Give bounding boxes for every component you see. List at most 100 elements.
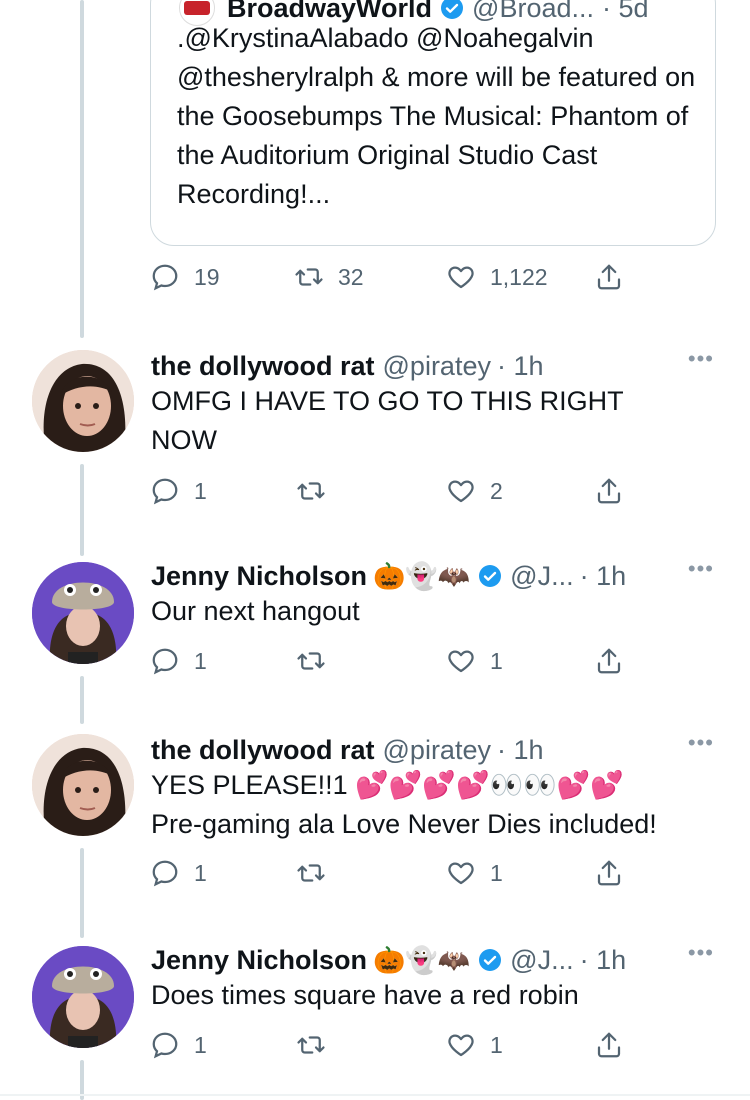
avatar[interactable] (32, 734, 134, 836)
reply-button[interactable]: 19 (150, 262, 220, 292)
share-button[interactable] (594, 476, 624, 506)
like-button[interactable]: 1,122 (446, 262, 548, 292)
name-emojis: 🎃👻🦇 (373, 944, 471, 975)
share-icon (597, 648, 621, 674)
like-button[interactable]: 2 (446, 476, 503, 506)
author-handle[interactable]: @piratey (383, 735, 491, 766)
heart-icon (448, 650, 474, 673)
heart-icon (448, 862, 474, 885)
heart-icon (448, 1034, 474, 1057)
author-handle[interactable]: @piratey (383, 351, 491, 382)
like-button[interactable]: 1 (446, 646, 503, 676)
reply-count: 1 (194, 477, 207, 504)
tweet-actions: 1 1 (150, 646, 630, 686)
avatar[interactable] (32, 946, 134, 1048)
more-options-icon[interactable]: ••• (688, 556, 714, 582)
tweet-time[interactable]: · 1h (580, 561, 627, 592)
share-button[interactable] (594, 1030, 624, 1060)
reply-button[interactable]: 1 (150, 1030, 207, 1060)
avatar[interactable] (32, 562, 134, 664)
reply-icon (152, 1032, 178, 1059)
share-button[interactable] (594, 858, 624, 888)
like-count: 1,122 (490, 263, 548, 290)
retweet-icon (297, 652, 325, 670)
tweet-header: Jenny Nicholson 🎃👻🦇 @J... · 1h (151, 558, 626, 594)
tweet-header: the dollywood rat @piratey · 1h (151, 732, 544, 768)
tweet-text-line-1: YES PLEASE!!1 💕💕💕💕👀👀💕💕 (151, 770, 625, 800)
tweet-header: Jenny Nicholson 🎃👻🦇 @J... · 1h (151, 942, 626, 978)
quoted-tweet-header: BroadwayWorld @Broad... · 5d (179, 0, 649, 26)
author-handle[interactable]: @J... (510, 561, 573, 592)
like-count: 2 (490, 477, 503, 504)
retweet-button[interactable] (296, 1030, 326, 1060)
tweet-actions: 1 1 (150, 1030, 630, 1070)
thread-line-3 (80, 848, 84, 938)
tweet-text-line-2: Pre-gaming ala Love Never Dies included! (151, 809, 657, 839)
more-options-icon[interactable]: ••• (688, 940, 714, 966)
reply-icon (152, 264, 178, 291)
tweet-text: YES PLEASE!!1 💕💕💕💕👀👀💕💕 Pre-gaming ala Lo… (151, 766, 721, 844)
tweet-text: Does times square have a red robin (151, 980, 579, 1010)
more-options-icon[interactable]: ••• (688, 346, 714, 372)
reply-button[interactable]: 1 (150, 646, 207, 676)
retweet-count: 32 (338, 263, 364, 290)
reply-count: 1 (194, 859, 207, 886)
share-icon (597, 1032, 621, 1058)
reply-count: 19 (194, 263, 220, 290)
tweet-time[interactable]: · 1h (580, 945, 627, 976)
retweet-icon (295, 268, 323, 286)
share-button[interactable] (594, 646, 624, 676)
tweet-header: the dollywood rat @piratey · 1h (151, 348, 544, 384)
author-name[interactable]: Jenny Nicholson (151, 561, 367, 592)
more-options-icon[interactable]: ••• (688, 730, 714, 756)
plush-hat-avatar-icon (32, 946, 134, 1048)
share-icon (597, 478, 621, 504)
heart-icon (448, 266, 474, 289)
like-count: 1 (490, 859, 503, 886)
quoted-tweet-card[interactable]: BroadwayWorld @Broad... · 5d .@KrystinaA… (150, 0, 716, 246)
like-count: 1 (490, 1031, 503, 1058)
tweet-time[interactable]: · 1h (497, 351, 544, 382)
dark-haired-woman-avatar-icon (32, 350, 134, 452)
retweet-button[interactable] (296, 646, 326, 676)
reply-icon (152, 648, 178, 675)
retweet-button[interactable]: 32 (294, 262, 364, 292)
thread-line-1 (80, 464, 84, 556)
tweet-text: OMFG I HAVE TO GO TO THIS RIGHT NOW (151, 386, 624, 455)
retweet-icon (297, 1036, 325, 1054)
share-icon (597, 264, 621, 290)
heart-icon (448, 480, 474, 503)
verified-badge-icon (479, 565, 502, 587)
reply-count: 1 (194, 647, 207, 674)
name-emojis: 🎃👻🦇 (373, 560, 471, 591)
like-button[interactable]: 1 (446, 858, 503, 888)
quoted-tweet-text: .@KrystinaAlabado @Noahegalvin @theshery… (177, 23, 696, 209)
retweet-button[interactable] (296, 858, 326, 888)
share-icon (597, 860, 621, 886)
like-button[interactable]: 1 (446, 1030, 503, 1060)
reply-count: 1 (194, 1031, 207, 1058)
reply-icon (152, 860, 178, 887)
dark-haired-woman-avatar-icon (32, 734, 134, 836)
tweet-time[interactable]: · 1h (497, 735, 544, 766)
avatar[interactable] (32, 350, 134, 452)
author-handle[interactable]: @J... (510, 945, 573, 976)
tweet-actions: 1 2 (150, 476, 630, 516)
plush-hat-avatar-icon (32, 562, 134, 664)
like-count: 1 (490, 647, 503, 674)
author-name[interactable]: the dollywood rat (151, 735, 375, 766)
share-button[interactable] (594, 262, 624, 292)
quoted-tweet-actions: 19 32 1,122 (150, 262, 630, 302)
tweet-actions: 1 1 (150, 858, 630, 898)
retweet-icon (297, 482, 325, 500)
reply-button[interactable]: 1 (150, 858, 207, 888)
retweet-icon (297, 864, 325, 882)
tweet-text: Our next hangout (151, 596, 360, 626)
thread-line-top (80, 0, 84, 338)
author-name[interactable]: the dollywood rat (151, 351, 375, 382)
verified-badge-icon (441, 0, 464, 19)
retweet-button[interactable] (296, 476, 326, 506)
thread-line-2 (80, 676, 84, 724)
author-name[interactable]: Jenny Nicholson (151, 945, 367, 976)
reply-button[interactable]: 1 (150, 476, 207, 506)
